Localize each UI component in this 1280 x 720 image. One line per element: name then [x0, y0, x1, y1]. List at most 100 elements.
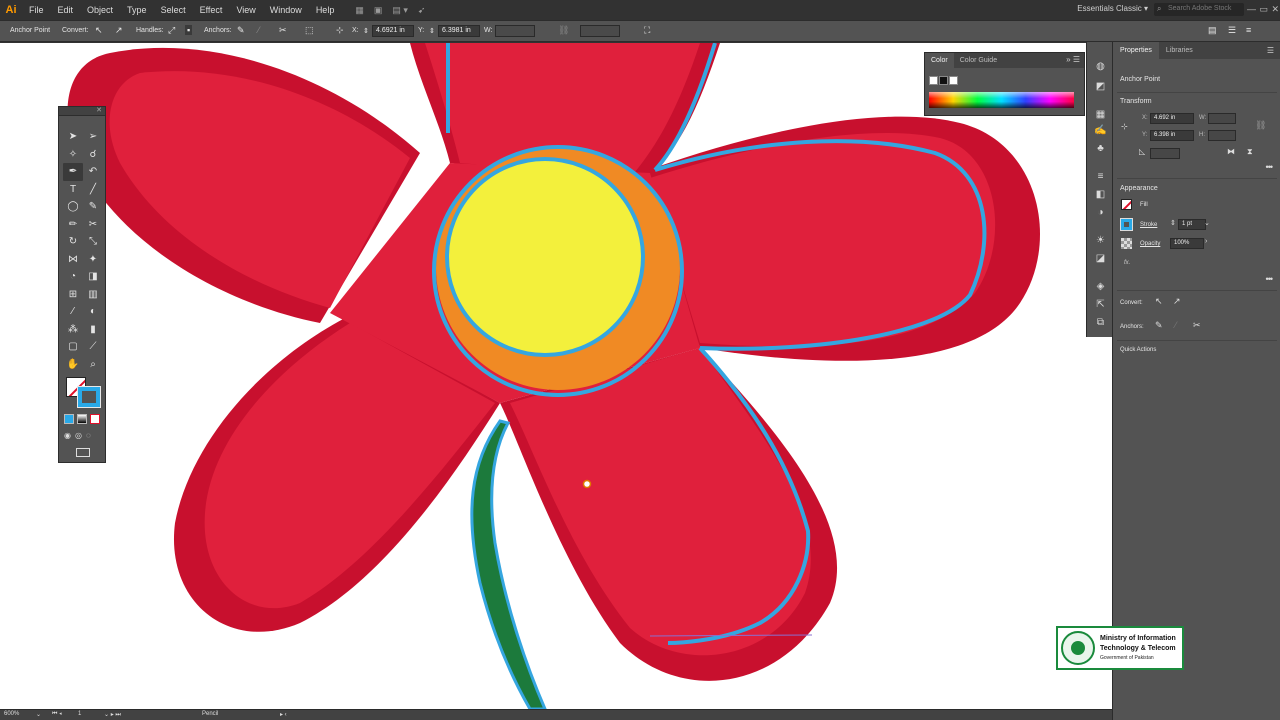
- link-icon[interactable]: ⛓: [558, 25, 569, 36]
- rotate-icon[interactable]: ◺: [1139, 147, 1145, 156]
- width-tool-icon[interactable]: ⋈: [63, 251, 83, 269]
- canvas[interactable]: [0, 43, 1112, 709]
- blend-tool-icon[interactable]: ◐: [83, 303, 103, 321]
- convert-corner-icon[interactable]: ↖: [1155, 296, 1163, 307]
- artboard-tool-icon[interactable]: ▢: [63, 338, 83, 356]
- color-guide-icon[interactable]: ◩: [1094, 80, 1107, 93]
- tab-libraries[interactable]: Libraries: [1159, 42, 1200, 59]
- export-icon[interactable]: ⇱: [1094, 298, 1107, 311]
- zoom-level[interactable]: 600%: [4, 711, 19, 717]
- none-mode-icon[interactable]: [90, 414, 100, 424]
- y-stepper-icon[interactable]: ⇕: [429, 27, 435, 35]
- close-icon[interactable]: ✕: [96, 106, 102, 114]
- draw-normal-icon[interactable]: ◉: [64, 431, 71, 440]
- menu-type[interactable]: Type: [120, 5, 154, 15]
- transform-x-field[interactable]: 4.692 in: [1150, 113, 1194, 124]
- tools-panel-header[interactable]: ✕: [59, 107, 105, 116]
- transform-y-field[interactable]: 6.398 in: [1150, 130, 1194, 141]
- mesh-tool-icon[interactable]: ⊞: [63, 286, 83, 304]
- pencil-tool-icon[interactable]: ✏: [63, 216, 83, 234]
- scale-tool-icon[interactable]: ⤡: [83, 233, 103, 251]
- x-coordinate-field[interactable]: 4.6921 in: [372, 25, 414, 37]
- panel-menu-icon[interactable]: ☰: [1267, 46, 1274, 55]
- tab-color[interactable]: Color: [925, 53, 954, 68]
- connect-anchor-icon[interactable]: ⁄: [258, 25, 260, 35]
- color-panel-icon[interactable]: ◍: [1094, 60, 1107, 73]
- arrange-panel-icon[interactable]: ▤: [1208, 25, 1217, 36]
- next-artboard-icon[interactable]: ⌄ ▸ ⏭: [104, 711, 121, 719]
- arrange-icon[interactable]: ▤ ▾: [392, 5, 408, 16]
- white-swatch[interactable]: [949, 76, 958, 85]
- reference-point-icon[interactable]: ⊹: [336, 25, 344, 36]
- convert-smooth-icon[interactable]: ↗: [1173, 296, 1181, 307]
- show-handles-icon[interactable]: ⤢: [168, 25, 175, 36]
- black-swatch[interactable]: [939, 76, 948, 85]
- scissors-tool-icon[interactable]: ✂: [83, 216, 103, 234]
- constrain-proportions-icon[interactable]: ⛓: [1255, 120, 1266, 131]
- menu-file[interactable]: File: [22, 5, 51, 15]
- lasso-tool-icon[interactable]: ☌: [83, 146, 103, 164]
- color-spectrum[interactable]: [929, 92, 1074, 108]
- perspective-grid-tool-icon[interactable]: ◨: [83, 268, 103, 286]
- menu-window[interactable]: Window: [263, 5, 309, 15]
- panel-menu-icon[interactable]: ≡: [1246, 25, 1251, 35]
- more-options-icon[interactable]: •••: [1266, 274, 1274, 284]
- appearance-icon[interactable]: ☀: [1094, 234, 1107, 247]
- flip-horizontal-icon[interactable]: ⧓: [1227, 147, 1235, 156]
- stroke-label[interactable]: Stroke: [1140, 222, 1157, 228]
- y-coordinate-field[interactable]: 6.3981 in: [438, 25, 480, 37]
- maximize-icon[interactable]: ▭: [1259, 4, 1268, 15]
- flower-center[interactable]: [445, 157, 645, 357]
- swatches-icon[interactable]: ▦: [1094, 108, 1107, 121]
- symbol-sprayer-tool-icon[interactable]: ⁂: [63, 321, 83, 339]
- puppet-warp-tool-icon[interactable]: ✦: [83, 251, 103, 269]
- slice-tool-icon[interactable]: ⟋: [83, 338, 103, 356]
- minimize-icon[interactable]: —: [1247, 4, 1256, 14]
- flip-vertical-icon[interactable]: ⧗: [1247, 147, 1253, 157]
- artboard-number[interactable]: 1: [78, 711, 81, 717]
- selection-tool-icon[interactable]: ➤: [63, 128, 83, 146]
- width-field[interactable]: [495, 25, 535, 37]
- bridge-icon[interactable]: ▦: [355, 5, 364, 16]
- cut-path-icon[interactable]: ✂: [279, 25, 287, 36]
- x-stepper-icon[interactable]: ⇕: [363, 27, 369, 35]
- symbols-icon[interactable]: ♣: [1094, 142, 1107, 155]
- chevron-down-icon[interactable]: ⌄: [36, 711, 41, 718]
- stock-icon[interactable]: ▣: [374, 5, 383, 16]
- menu-help[interactable]: Help: [309, 5, 342, 15]
- none-swatch-icon[interactable]: [929, 76, 938, 85]
- curvature-tool-icon[interactable]: ↶: [83, 163, 103, 181]
- menu-object[interactable]: Object: [80, 5, 120, 15]
- anchor-point[interactable]: [582, 479, 592, 489]
- workspace-switcher[interactable]: Essentials Classic ▾: [1077, 4, 1148, 13]
- fill-swatch[interactable]: [1121, 199, 1132, 210]
- convert-corner-icon[interactable]: ↖: [95, 25, 103, 36]
- opacity-label[interactable]: Opacity: [1140, 241, 1160, 247]
- artboards-icon[interactable]: ⧉: [1094, 316, 1107, 329]
- transparency-icon[interactable]: ◑: [1094, 206, 1107, 219]
- paintbrush-tool-icon[interactable]: ✎: [83, 198, 103, 216]
- reference-point-icon[interactable]: ⊹: [1121, 122, 1128, 131]
- menu-view[interactable]: View: [229, 5, 262, 15]
- draw-inside-icon[interactable]: ◌: [86, 431, 91, 440]
- height-field[interactable]: [580, 25, 620, 37]
- screen-mode-icon[interactable]: [76, 448, 90, 457]
- gradient-mode-icon[interactable]: [77, 414, 87, 424]
- tab-properties[interactable]: Properties: [1113, 42, 1159, 59]
- tab-color-guide[interactable]: Color Guide: [954, 53, 1003, 68]
- hand-tool-icon[interactable]: ✋: [63, 356, 83, 374]
- pen-tool-icon[interactable]: ✒: [63, 163, 83, 181]
- draw-behind-icon[interactable]: ◎: [75, 431, 82, 440]
- chevron-right-icon[interactable]: ›: [1205, 238, 1207, 245]
- gradient-icon[interactable]: ◧: [1094, 188, 1107, 201]
- rotate-field[interactable]: [1150, 148, 1180, 159]
- stroke-weight-stepper-icon[interactable]: ⇕: [1170, 219, 1176, 227]
- menu-select[interactable]: Select: [154, 5, 193, 15]
- status-arrow-icon[interactable]: ▸ ‹: [280, 711, 287, 718]
- more-options-icon[interactable]: •••: [1266, 162, 1274, 172]
- menu-edit[interactable]: Edit: [51, 5, 81, 15]
- zoom-tool-icon[interactable]: ⌕: [83, 356, 103, 374]
- first-artboard-icon[interactable]: ⏮ ◂: [52, 711, 62, 718]
- stock-search-input[interactable]: ⌕ Search Adobe Stock: [1154, 3, 1244, 16]
- type-tool-icon[interactable]: T: [63, 181, 83, 199]
